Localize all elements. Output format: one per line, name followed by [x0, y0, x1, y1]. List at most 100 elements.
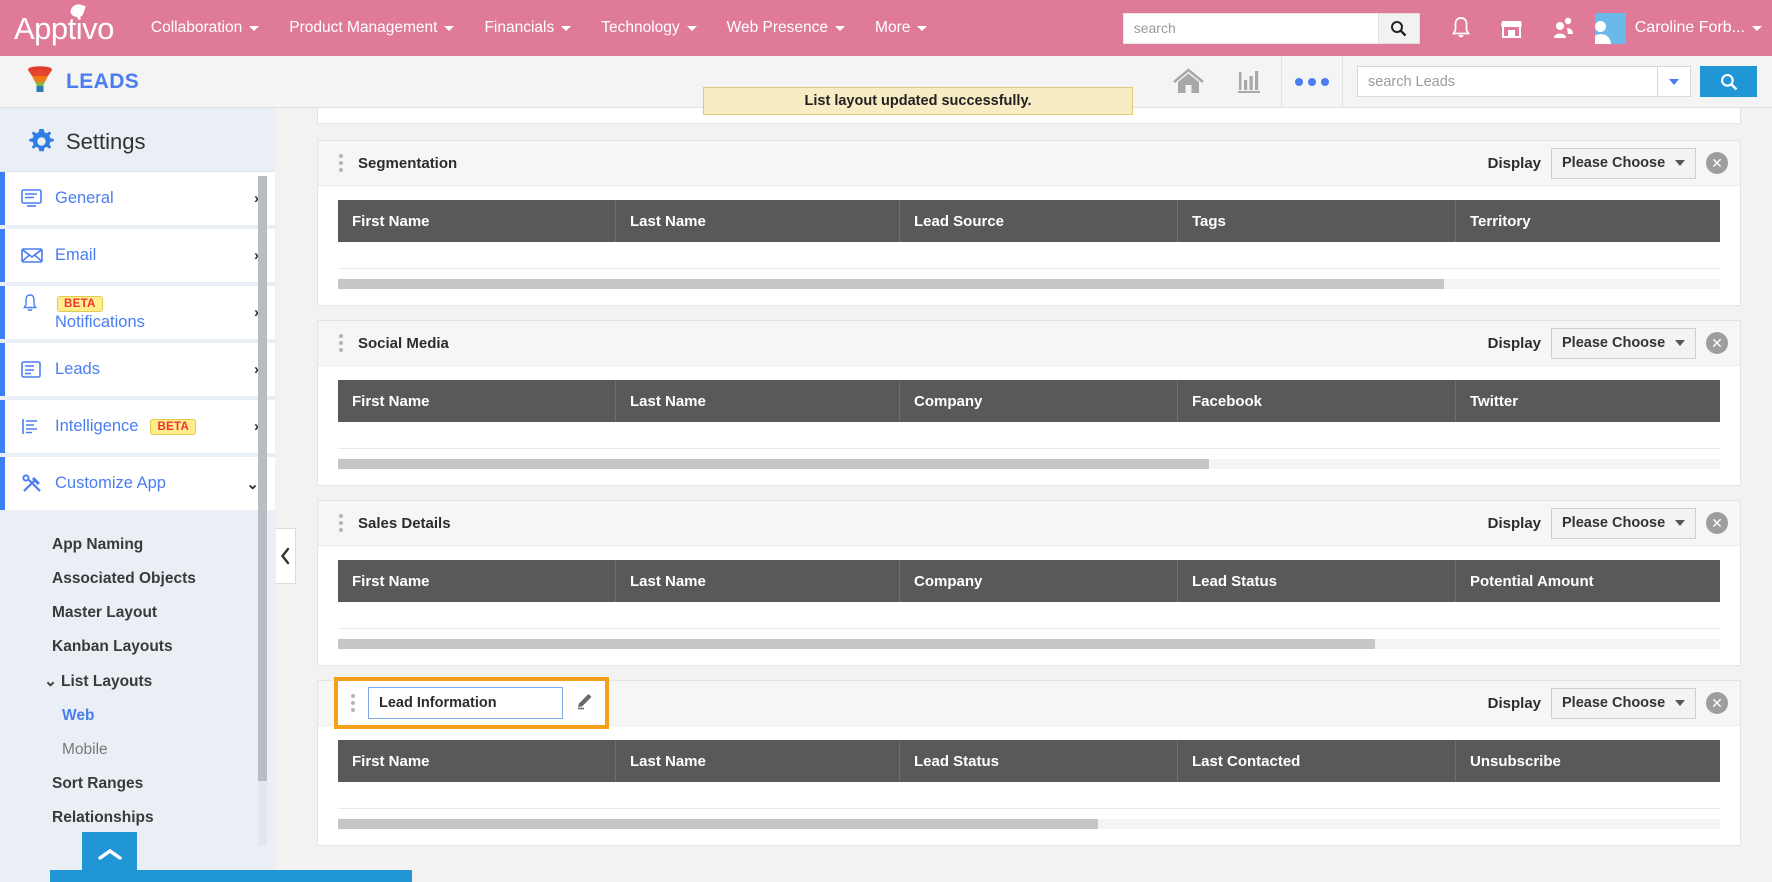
display-label: Display — [1488, 515, 1541, 532]
store-icon — [1500, 17, 1523, 39]
column-header[interactable]: Company — [900, 560, 1178, 602]
status-badge: BETA — [57, 296, 103, 312]
horizontal-scrollbar-thumb[interactable] — [338, 819, 1098, 829]
drag-handle-icon[interactable] — [334, 334, 348, 352]
horizontal-scrollbar[interactable] — [338, 279, 1720, 289]
global-search-button[interactable] — [1378, 13, 1420, 44]
status-badge: BETA — [150, 419, 196, 435]
column-header[interactable]: First Name — [338, 740, 616, 782]
horizontal-scrollbar-thumb[interactable] — [338, 639, 1375, 649]
home-button[interactable] — [1157, 56, 1219, 108]
nav-menu-more[interactable]: More — [860, 0, 942, 56]
more-options-button[interactable] — [1281, 56, 1343, 108]
sidebar-item-intelligence[interactable]: Intelligence BETA › — [0, 400, 275, 453]
horizontal-scrollbar-thumb[interactable] — [338, 279, 1444, 289]
user-menu[interactable]: Caroline Forb... — [1595, 13, 1762, 44]
column-header[interactable]: Twitter — [1456, 380, 1720, 422]
remove-panel-button[interactable]: ✕ — [1706, 332, 1728, 354]
column-header[interactable]: Facebook — [1178, 380, 1456, 422]
column-header[interactable]: First Name — [338, 380, 616, 422]
subnav-item-app-naming[interactable]: App Naming — [0, 528, 275, 562]
nav-menu-collaboration[interactable]: Collaboration — [136, 0, 274, 56]
more-dots-icon — [1295, 78, 1329, 86]
subnav-item-sort-ranges[interactable]: Sort Ranges — [0, 767, 275, 801]
column-header[interactable]: Company — [900, 380, 1178, 422]
column-header[interactable]: Lead Status — [900, 740, 1178, 782]
subnav-item-associated-objects[interactable]: Associated Objects — [0, 562, 275, 596]
leads-search-input[interactable] — [1357, 66, 1657, 97]
display-select[interactable]: Please Choose — [1551, 148, 1696, 179]
column-header[interactable]: Last Name — [616, 380, 900, 422]
notifications-bell-button[interactable] — [1450, 16, 1472, 40]
people-button[interactable] — [1551, 16, 1575, 40]
display-select-value: Please Choose — [1562, 515, 1665, 531]
leads-search-submit-button[interactable] — [1700, 66, 1757, 97]
panels-container: SegmentationDisplayPlease Choose✕First N… — [317, 140, 1747, 846]
panel-title-input[interactable] — [368, 687, 563, 719]
remove-panel-button[interactable]: ✕ — [1706, 512, 1728, 534]
chevron-down-icon — [1675, 700, 1685, 706]
subnav-item-list-layouts[interactable]: ⌄List Layouts — [0, 664, 275, 699]
column-header[interactable]: Potential Amount — [1456, 560, 1720, 602]
horizontal-scrollbar[interactable] — [338, 819, 1720, 829]
apptivo-logo[interactable]: Apptivo — [14, 13, 114, 44]
edit-pencil-icon[interactable] — [575, 691, 595, 716]
panel-header: DisplayPlease Choose✕ — [318, 681, 1740, 726]
sidebar-item-general[interactable]: General › — [0, 172, 275, 225]
sidebar-item-email[interactable]: Email › — [0, 229, 275, 282]
remove-panel-button[interactable]: ✕ — [1706, 152, 1728, 174]
leads-search-dropdown-button[interactable] — [1657, 66, 1691, 97]
global-search-input[interactable] — [1123, 13, 1378, 44]
nav-label: Collaboration — [151, 19, 242, 37]
column-header[interactable]: Last Contacted — [1178, 740, 1456, 782]
dashboard-chart-button[interactable] — [1219, 56, 1281, 108]
chevron-down-icon — [1675, 340, 1685, 346]
sidebar-scrollbar-thumb[interactable] — [258, 176, 267, 781]
column-header[interactable]: Last Name — [616, 560, 900, 602]
column-header[interactable]: Lead Status — [1178, 560, 1456, 602]
horizontal-scrollbar[interactable] — [338, 459, 1720, 469]
marketplace-button[interactable] — [1500, 17, 1523, 39]
nav-menu-technology[interactable]: Technology — [586, 0, 711, 56]
drag-handle-icon[interactable] — [334, 154, 348, 172]
horizontal-scrollbar[interactable] — [338, 639, 1720, 649]
horizontal-scrollbar-thumb[interactable] — [338, 459, 1209, 469]
drag-handle-icon[interactable] — [334, 514, 348, 532]
subnav-item-mobile[interactable]: Mobile — [0, 733, 275, 767]
column-header[interactable]: Tags — [1178, 200, 1456, 242]
column-header[interactable]: Lead Source — [900, 200, 1178, 242]
column-header[interactable]: Unsubscribe — [1456, 740, 1720, 782]
column-header[interactable]: First Name — [338, 560, 616, 602]
layout-panel: SegmentationDisplayPlease Choose✕First N… — [317, 140, 1741, 306]
tools-icon — [21, 474, 55, 494]
panel-header-actions: DisplayPlease Choose✕ — [1488, 148, 1728, 179]
panel-header-actions: Display Please Choose ✕ — [1488, 508, 1728, 539]
display-select[interactable]: Please Choose — [1551, 508, 1696, 539]
nav-menu-web-presence[interactable]: Web Presence — [712, 0, 860, 56]
search-icon — [1720, 73, 1738, 91]
nav-menu-product-management[interactable]: Product Management — [274, 0, 469, 56]
subnav-item-kanban-layouts[interactable]: Kanban Layouts — [0, 630, 275, 664]
sidebar-item-customize-app[interactable]: Customize App ⌄ — [0, 457, 275, 510]
sidebar-item-leads[interactable]: Leads › — [0, 343, 275, 396]
display-select-value: Please Choose — [1562, 155, 1665, 171]
column-header[interactable]: Last Name — [616, 200, 900, 242]
chevron-down-icon — [835, 26, 845, 31]
scroll-to-top-button[interactable] — [82, 832, 137, 877]
display-select[interactable]: Please Choose — [1551, 328, 1696, 359]
display-label: Display — [1488, 335, 1541, 352]
chevron-down-icon — [1675, 520, 1685, 526]
column-header[interactable]: Last Name — [616, 740, 900, 782]
nav-menu-financials[interactable]: Financials — [469, 0, 586, 56]
display-select[interactable]: Please Choose — [1551, 688, 1696, 719]
subnav-item-web[interactable]: Web — [0, 699, 275, 733]
column-header[interactable]: Territory — [1456, 200, 1720, 242]
sidebar-scrollbar[interactable] — [258, 176, 267, 846]
column-header[interactable]: First Name — [338, 200, 616, 242]
remove-panel-button[interactable]: ✕ — [1706, 692, 1728, 714]
sidebar-collapse-toggle[interactable] — [276, 528, 296, 584]
subnav-item-master-layout[interactable]: Master Layout — [0, 596, 275, 630]
sidebar-item-notifications[interactable]: BETA Notifications › — [0, 286, 275, 339]
drag-handle-icon[interactable] — [346, 694, 360, 712]
subnav-item-relationships[interactable]: Relationships — [0, 801, 275, 835]
